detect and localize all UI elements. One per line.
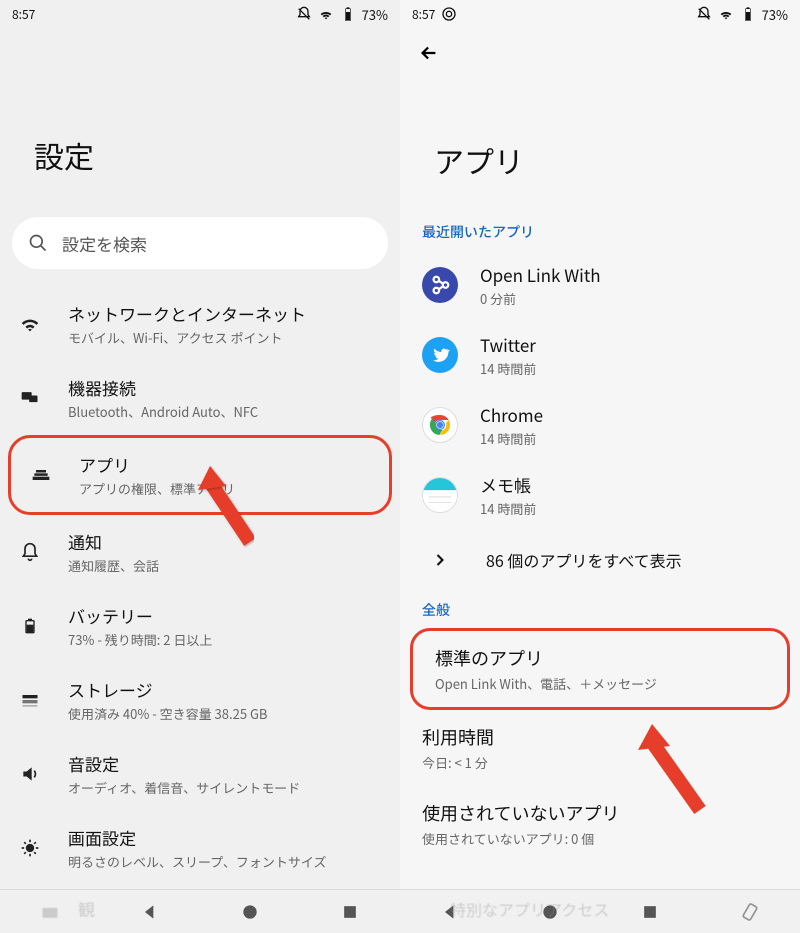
status-icons: 73% (296, 5, 388, 24)
app-sub: 14 時間前 (480, 429, 778, 448)
settings-item-connected[interactable]: 機器接続 Bluetooth、Android Auto、NFC (0, 361, 400, 435)
settings-item-storage[interactable]: ストレージ 使用済み 40% - 空き容量 38.25 GB (0, 663, 400, 737)
settings-item-notifications[interactable]: 通知 通知履歴、会話 (0, 515, 400, 589)
settings-item-apps[interactable]: アプリ アプリの権限、標準アプリ (11, 438, 389, 512)
search-icon (28, 233, 48, 253)
item-title: バッテリー (68, 603, 382, 628)
item-sub: アプリの権限、標準アプリ (79, 479, 371, 498)
chevron-right-icon (430, 550, 450, 570)
settings-item-display[interactable]: 画面設定 明るさのレベル、スリープ、フォントサイズ (0, 811, 400, 885)
item-title: ストレージ (68, 677, 382, 702)
highlight-default-apps: 標準のアプリ Open Link With、電話、＋メッセージ (410, 628, 790, 710)
nav-misc-icon[interactable] (40, 902, 60, 922)
app-row-memo[interactable]: メモ帳 14 時間前 (400, 460, 800, 530)
item-sub: オーディオ、着信音、サイレントモード (68, 778, 382, 797)
apps-icon (31, 465, 51, 485)
pref-sub: 今日: < 1 分 (422, 753, 778, 772)
pref-default-apps[interactable]: 標準のアプリ Open Link With、電話、＋メッセージ (413, 631, 787, 707)
app-sub: 14 時間前 (480, 359, 778, 378)
battery-percent: 73% (762, 5, 788, 24)
pref-title: 使用されていないアプリ (422, 800, 778, 826)
status-time: 8:57 (12, 6, 35, 23)
item-sub: 使用済み 40% - 空き容量 38.25 GB (68, 704, 382, 723)
phone-right-apps: 8:57 73% アプリ 最近開いたアプリ Open Link With 0 分… (400, 0, 800, 933)
storage-icon (20, 690, 40, 710)
phone-left-settings: 8:57 73% 設定 設定を検索 ネットワークとインターネット モバイル、Wi… (0, 0, 400, 933)
all-apps-row[interactable]: 86 個のアプリをすべて表示 (400, 530, 800, 590)
devices-icon (20, 388, 40, 408)
item-sub: 73% - 残り時間: 2 日以上 (68, 630, 382, 649)
app-title: メモ帳 (480, 472, 778, 497)
item-title: 画面設定 (68, 825, 382, 850)
battery-icon (340, 6, 356, 22)
item-title: アプリ (79, 452, 371, 477)
nav-bar: 観 (0, 889, 400, 933)
battery-percent: 73% (362, 5, 388, 24)
status-time: 8:57 (412, 6, 435, 23)
item-title: 音設定 (68, 751, 382, 776)
app-title: Twitter (480, 332, 778, 357)
pref-title: 標準のアプリ (435, 645, 765, 671)
pref-title: 利用時間 (422, 724, 778, 750)
app-row-chrome[interactable]: Chrome 14 時間前 (400, 390, 800, 460)
twitter-icon (430, 345, 450, 365)
memo-icon (423, 477, 457, 513)
wifi-icon (718, 6, 734, 22)
page-title-settings: 設定 (0, 28, 400, 217)
display-icon (20, 838, 40, 858)
bell-icon (20, 542, 40, 562)
all-apps-text: 86 個のアプリをすべて表示 (486, 548, 682, 572)
item-sub: 明るさのレベル、スリープ、フォントサイズ (68, 852, 382, 871)
status-icons: 73% (696, 5, 788, 24)
silent-icon (696, 6, 712, 22)
search-placeholder: 設定を検索 (62, 231, 147, 256)
app-row-openlinkwith[interactable]: Open Link With 0 分前 (400, 250, 800, 320)
sound-icon (20, 764, 40, 784)
section-recent: 最近開いたアプリ (400, 212, 800, 250)
nav-recent-icon[interactable] (640, 902, 660, 922)
item-sub: Bluetooth、Android Auto、NFC (68, 402, 382, 421)
chrome-icon (425, 410, 455, 440)
wifi-icon (318, 6, 334, 22)
wifi-icon (19, 313, 41, 335)
battery-icon (740, 6, 756, 22)
item-title: 機器接続 (68, 375, 382, 400)
nav-back-icon[interactable] (140, 902, 160, 922)
nav-bar: 特別なアプリアクセス (400, 889, 800, 933)
sync-icon (441, 6, 457, 22)
app-sub: 14 時間前 (480, 499, 778, 518)
status-bar: 8:57 73% (400, 0, 800, 28)
app-title: Chrome (480, 402, 778, 427)
nav-recent-icon[interactable] (340, 902, 360, 922)
search-box[interactable]: 設定を検索 (12, 217, 388, 269)
link-icon (429, 274, 451, 296)
back-row[interactable] (400, 28, 800, 78)
item-title: 通知 (68, 529, 382, 554)
app-row-twitter[interactable]: Twitter 14 時間前 (400, 320, 800, 390)
pref-unused-apps[interactable]: 使用されていないアプリ 使用されていないアプリ: 0 個 (400, 786, 800, 862)
status-bar: 8:57 73% (0, 0, 400, 28)
pref-sub: Open Link With、電話、＋メッセージ (435, 674, 765, 693)
settings-item-network[interactable]: ネットワークとインターネット モバイル、Wi-Fi、アクセス ポイント (0, 287, 400, 361)
item-sub: モバイル、Wi-Fi、アクセス ポイント (68, 328, 382, 347)
battery-icon (22, 615, 38, 637)
item-sub: 通知履歴、会話 (68, 556, 382, 575)
silent-icon (296, 6, 312, 22)
app-sub: 0 分前 (480, 289, 778, 308)
settings-item-battery[interactable]: バッテリー 73% - 残り時間: 2 日以上 (0, 589, 400, 663)
pref-sub: 使用されていないアプリ: 0 個 (422, 829, 778, 848)
settings-item-sound[interactable]: 音設定 オーディオ、着信音、サイレントモード (0, 737, 400, 811)
section-general: 全般 (400, 590, 800, 628)
pref-screen-time[interactable]: 利用時間 今日: < 1 分 (400, 710, 800, 786)
page-title-apps: アプリ (400, 78, 800, 212)
faded-bottom-text: 特別なアプリアクセス (450, 897, 609, 921)
app-title: Open Link With (480, 262, 778, 287)
back-arrow-icon (418, 42, 440, 64)
nav-home-icon[interactable] (240, 902, 260, 922)
item-title: ネットワークとインターネット (68, 301, 382, 326)
faded-text: 観 (78, 896, 95, 921)
nav-rotate-icon[interactable] (740, 902, 760, 922)
highlight-apps: アプリ アプリの権限、標準アプリ (8, 435, 392, 515)
